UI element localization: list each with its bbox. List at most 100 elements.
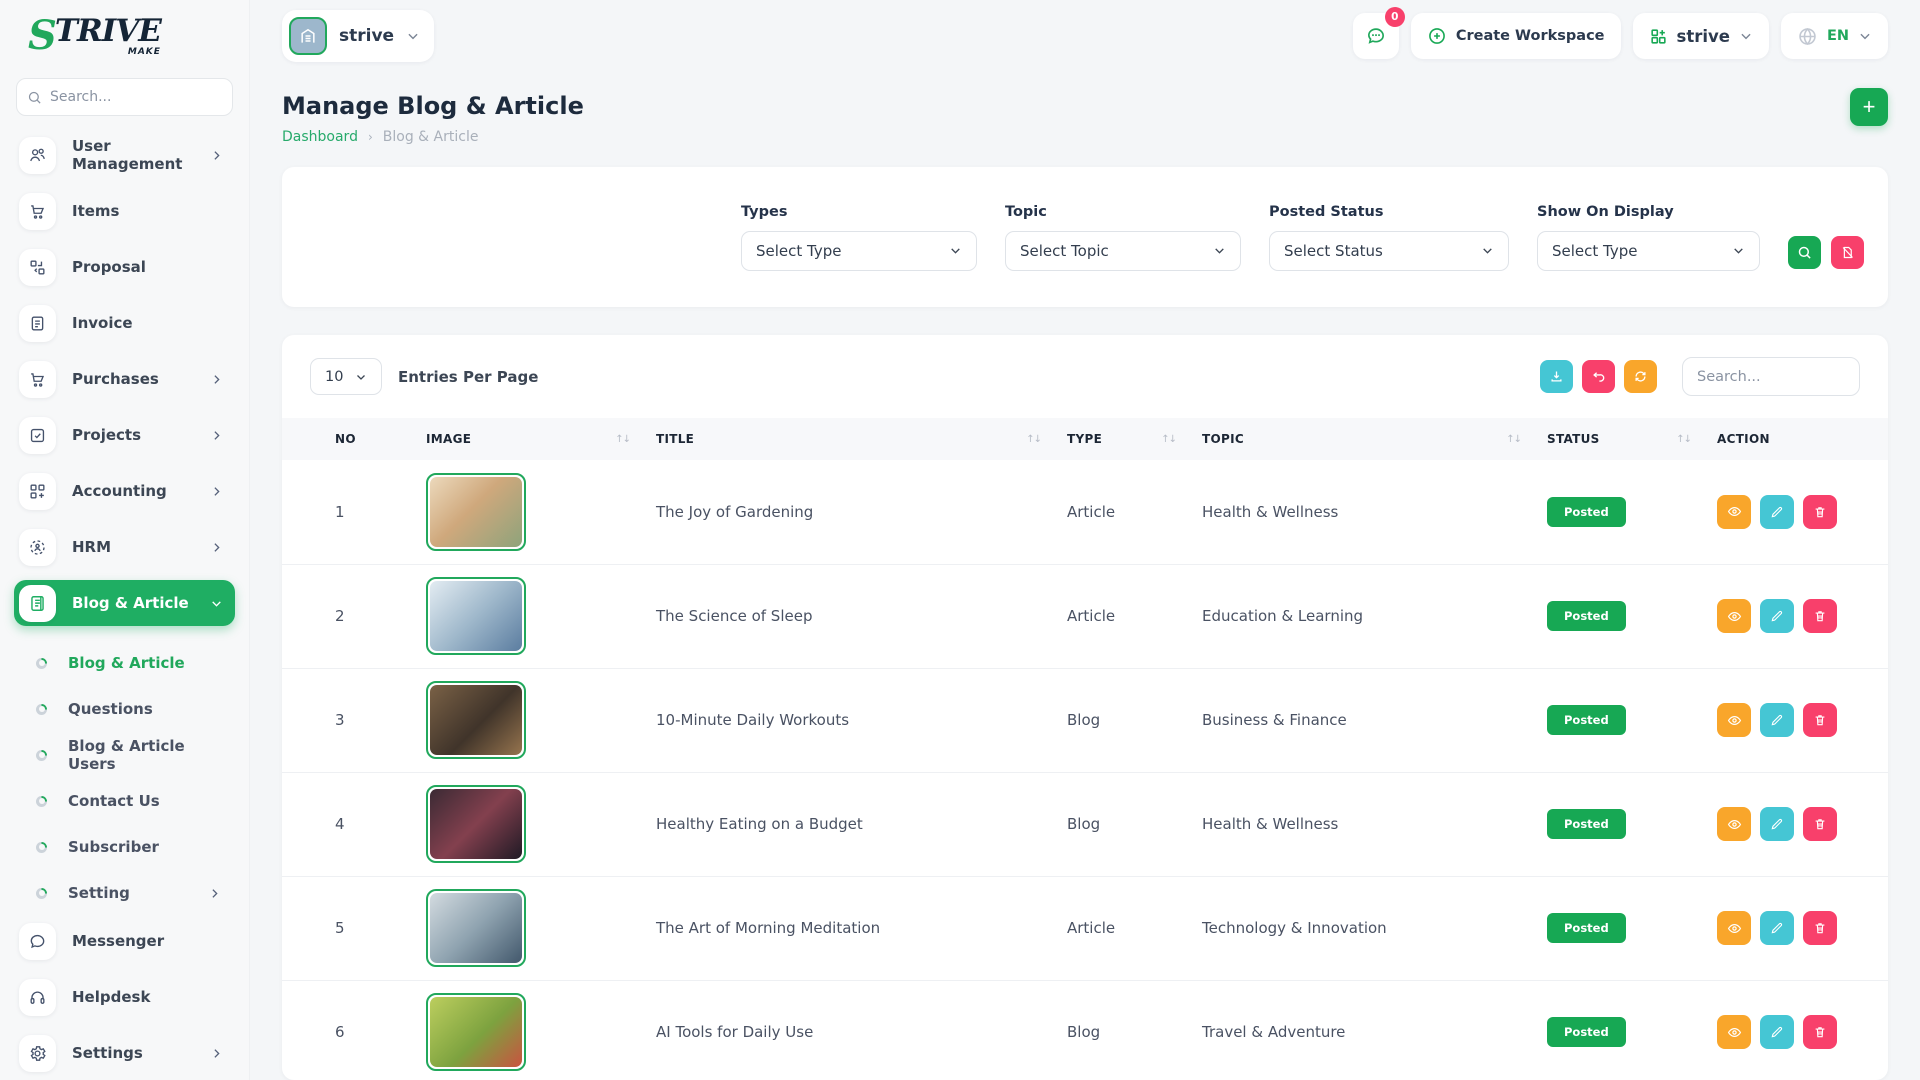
view-button[interactable] [1717, 495, 1751, 529]
types-select[interactable]: Select Type [741, 231, 977, 271]
sidebar-search[interactable] [16, 78, 233, 116]
status-badge[interactable]: Posted [1547, 497, 1626, 527]
add-new-button[interactable]: + [1850, 88, 1888, 126]
view-button[interactable] [1717, 807, 1751, 841]
status-badge[interactable]: Posted [1547, 809, 1626, 839]
status-badge[interactable]: Posted [1547, 1017, 1626, 1047]
delete-button[interactable] [1803, 495, 1837, 529]
breadcrumb-dashboard-link[interactable]: Dashboard [282, 129, 358, 145]
subnav-questions[interactable]: Questions [14, 686, 235, 732]
sidebar: S TRIVE MAKE User Management Items Propo… [0, 0, 250, 1080]
bullet-icon [36, 658, 47, 669]
sidebar-item-items[interactable]: Items [14, 188, 235, 234]
sidebar-item-label: Accounting [72, 482, 167, 500]
subnav-setting[interactable]: Setting [14, 870, 235, 916]
create-workspace-button[interactable]: Create Workspace [1411, 13, 1621, 59]
topic-select[interactable]: Select Topic [1005, 231, 1241, 271]
col-title[interactable]: TITLE↑↓ [656, 418, 1067, 460]
messages-button[interactable]: 0 [1353, 13, 1399, 59]
delete-button[interactable] [1803, 1015, 1837, 1049]
delete-button[interactable] [1803, 911, 1837, 945]
row-image[interactable] [426, 785, 526, 863]
sidebar-item-invoice[interactable]: Invoice [14, 300, 235, 346]
row-title: 10-Minute Daily Workouts [656, 668, 1067, 772]
chevron-down-icon [355, 371, 367, 383]
sort-icon[interactable]: ↑↓ [1026, 434, 1041, 445]
sidebar-item-messenger[interactable]: Messenger [14, 918, 235, 964]
status-select[interactable]: Select Status [1269, 231, 1509, 271]
undo-button[interactable] [1582, 360, 1615, 393]
row-no: 2 [282, 564, 426, 668]
sidebar-item-hrm[interactable]: HRM [14, 524, 235, 570]
sort-icon[interactable]: ↑↓ [615, 434, 630, 445]
row-image[interactable] [426, 993, 526, 1071]
filter-clear-button[interactable] [1831, 236, 1864, 269]
row-image[interactable] [426, 473, 526, 551]
sidebar-item-user-management[interactable]: User Management [14, 132, 235, 178]
subnav-label: Subscriber [68, 838, 159, 856]
eye-icon [1727, 713, 1742, 728]
status-badge[interactable]: Posted [1547, 913, 1626, 943]
organization-button[interactable]: strive [1633, 13, 1769, 59]
view-button[interactable] [1717, 1015, 1751, 1049]
col-topic[interactable]: TOPIC↑↓ [1202, 418, 1547, 460]
globe-icon [1797, 26, 1818, 47]
cart-icon [19, 361, 56, 398]
sidebar-item-blog-article[interactable]: Blog & Article [14, 580, 235, 626]
edit-button[interactable] [1760, 703, 1794, 737]
view-button[interactable] [1717, 703, 1751, 737]
sidebar-item-settings[interactable]: Settings [14, 1030, 235, 1076]
language-selector[interactable]: EN [1781, 13, 1888, 59]
delete-button[interactable] [1803, 703, 1837, 737]
edit-button[interactable] [1760, 599, 1794, 633]
col-status[interactable]: STATUS↑↓ [1547, 418, 1717, 460]
bullet-icon [36, 704, 47, 715]
subnav-blog-article[interactable]: Blog & Article [14, 640, 235, 686]
row-image-picture [430, 789, 522, 859]
row-image[interactable] [426, 577, 526, 655]
entries-per-page-label: Entries Per Page [398, 368, 538, 386]
row-image[interactable] [426, 681, 526, 759]
filter-search-button[interactable] [1788, 236, 1821, 269]
edit-button[interactable] [1760, 807, 1794, 841]
sidebar-search-input[interactable] [50, 89, 222, 105]
sidebar-item-label: Purchases [72, 370, 159, 388]
row-title: The Joy of Gardening [656, 460, 1067, 564]
row-no: 1 [282, 460, 426, 564]
table-row: 5 The Art of Morning Meditation Article … [282, 876, 1888, 980]
table-search-input[interactable] [1682, 357, 1860, 396]
delete-button[interactable] [1803, 599, 1837, 633]
workspace-selector[interactable]: strive [282, 10, 434, 62]
delete-button[interactable] [1803, 807, 1837, 841]
view-button[interactable] [1717, 911, 1751, 945]
col-type[interactable]: TYPE↑↓ [1067, 418, 1202, 460]
status-badge[interactable]: Posted [1547, 705, 1626, 735]
view-button[interactable] [1717, 599, 1751, 633]
chevron-down-icon [1481, 244, 1494, 257]
subnav-subscriber[interactable]: Subscriber [14, 824, 235, 870]
entries-per-page-select[interactable]: 10 [310, 358, 382, 395]
status-badge[interactable]: Posted [1547, 601, 1626, 631]
edit-button[interactable] [1760, 911, 1794, 945]
subnav-contact-us[interactable]: Contact Us [14, 778, 235, 824]
row-image[interactable] [426, 889, 526, 967]
sidebar-item-proposal[interactable]: Proposal [14, 244, 235, 290]
display-select[interactable]: Select Type [1537, 231, 1760, 271]
sidebar-item-purchases[interactable]: Purchases [14, 356, 235, 402]
col-image[interactable]: IMAGE↑↓ [426, 418, 656, 460]
sort-icon[interactable]: ↑↓ [1506, 434, 1521, 445]
sidebar-item-accounting[interactable]: Accounting [14, 468, 235, 514]
subnav-blog-article-users[interactable]: Blog & Article Users [14, 732, 235, 778]
chevron-down-icon [1858, 29, 1872, 43]
edit-button[interactable] [1760, 495, 1794, 529]
export-button[interactable] [1540, 360, 1573, 393]
refresh-button[interactable] [1624, 360, 1657, 393]
sidebar-item-helpdesk[interactable]: Helpdesk [14, 974, 235, 1020]
pencil-icon [1770, 817, 1784, 831]
trash-icon [1813, 505, 1827, 519]
sort-icon[interactable]: ↑↓ [1161, 434, 1176, 445]
sort-icon[interactable]: ↑↓ [1676, 434, 1691, 445]
subnav-label: Setting [68, 884, 130, 902]
edit-button[interactable] [1760, 1015, 1794, 1049]
sidebar-item-projects[interactable]: Projects [14, 412, 235, 458]
